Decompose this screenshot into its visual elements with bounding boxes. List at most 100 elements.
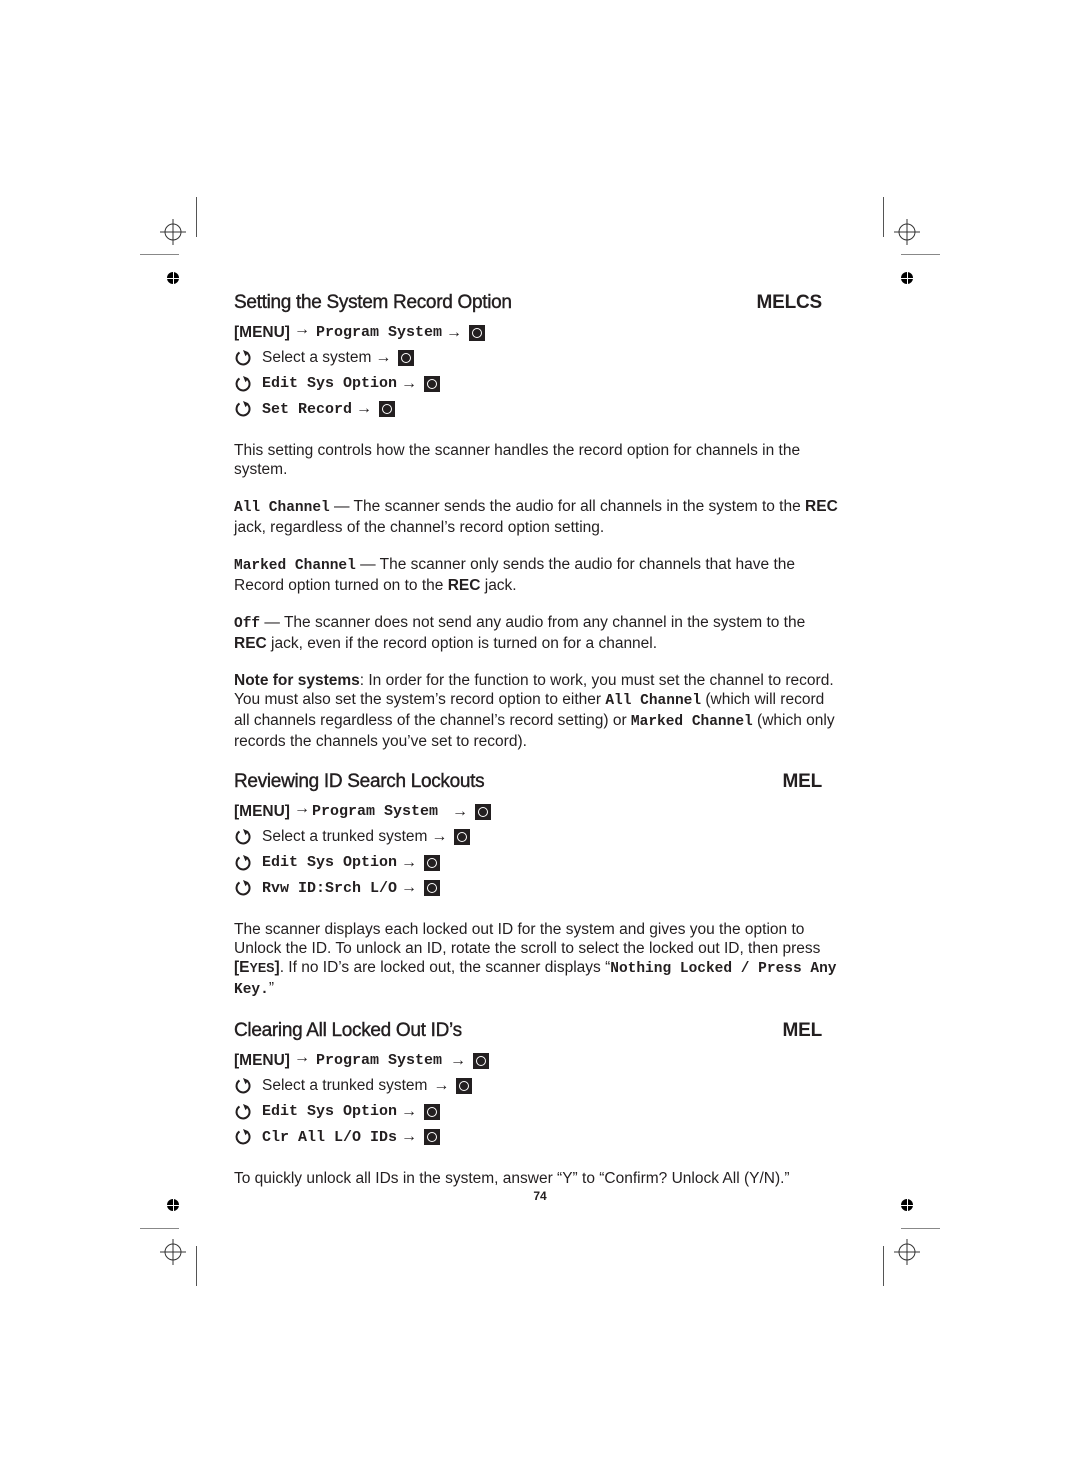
menu-path: [MENU] → Program System → (234, 1048, 842, 1074)
step-label: Clr All L/O IDs (262, 1128, 398, 1146)
model-badge: MEL (782, 1020, 822, 1041)
rotate-scroll-icon (234, 349, 252, 367)
menu-target: Program System (315, 1052, 442, 1070)
crop-mark-top-right-vertical (883, 197, 884, 237)
section-header: Setting the System Record Option MELCS (234, 292, 842, 318)
scroll-press-icon (424, 1129, 441, 1146)
option-description: All Channel — The scanner sends the audi… (234, 497, 842, 537)
page-number: 74 (533, 1189, 547, 1203)
step-row: Edit Sys Option → (234, 1099, 842, 1125)
body-paragraph: The scanner displays each locked out ID … (234, 920, 842, 1000)
jack-label: REC (805, 498, 838, 515)
step-row: Edit Sys Option → (234, 850, 842, 876)
section-review-id-search-lockouts: Reviewing ID Search Lockouts MEL [MENU] … (234, 771, 842, 1000)
scroll-press-icon (424, 1103, 441, 1120)
registration-dot-icon (901, 272, 913, 284)
body-paragraph: To quickly unlock all IDs in the system,… (234, 1170, 790, 1187)
option-description: Off — The scanner does not send any audi… (234, 613, 842, 653)
jack-label: REC (447, 577, 481, 594)
step-row: Set Record → (234, 397, 842, 423)
section-title: Setting the System Record Option (234, 292, 512, 313)
menu-path: [MENU] → Program System → (234, 799, 842, 825)
step-label: Select a trunked system (262, 828, 428, 846)
rotate-scroll-icon (234, 400, 252, 418)
rotate-scroll-icon (234, 1103, 252, 1121)
scroll-press-icon (454, 829, 471, 846)
step-row: Select a trunked system → (234, 825, 842, 851)
option-name: All Channel (234, 500, 330, 516)
scroll-press-icon (473, 1052, 489, 1069)
model-badge: MEL (782, 771, 822, 792)
menu-key: [MENU] (234, 802, 290, 820)
step-label: Edit Sys Option (262, 375, 398, 393)
arrow-right-icon: → (401, 1128, 418, 1146)
step-row: Select a system → (234, 346, 842, 372)
menu-key: [MENU] (234, 323, 290, 341)
arrow-right-icon: → (446, 323, 462, 341)
scroll-press-icon (424, 375, 441, 392)
option-text: — The scanner sends the audio for all ch… (329, 498, 806, 515)
note-label: Note for systems (234, 672, 360, 689)
step-label: Edit Sys Option (262, 1103, 398, 1121)
note-paragraph: Note for systems: In order for the funct… (234, 671, 842, 751)
arrow-right-icon: → (293, 799, 310, 817)
arrow-right-icon: → (401, 1102, 418, 1120)
scroll-press-icon (379, 401, 396, 418)
section-header: Reviewing ID Search Lockouts MEL (234, 771, 842, 797)
arrow-right-icon: → (450, 1051, 466, 1069)
scroll-press-icon (456, 1078, 473, 1095)
jack-label: REC (234, 635, 267, 652)
rotate-scroll-icon (234, 375, 252, 393)
step-label: Select a trunked system (262, 1077, 428, 1095)
arrow-right-icon: → (401, 879, 418, 897)
arrow-right-icon: → (452, 802, 468, 820)
crop-mark-bottom-right-vertical (883, 1246, 884, 1286)
option-text: jack. (480, 577, 517, 594)
step-row: Edit Sys Option → (234, 371, 842, 397)
section-system-record-option: Setting the System Record Option MELCS [… (234, 292, 842, 751)
arrow-right-icon: → (431, 828, 448, 846)
step-row: Rvw ID:Srch L/O → (234, 876, 842, 902)
step-row: Select a trunked system → (234, 1074, 842, 1100)
scroll-press-icon (424, 854, 441, 871)
arrow-right-icon: → (433, 1077, 450, 1095)
scroll-press-icon (424, 880, 441, 897)
crop-mark-top-left-horizontal (140, 254, 179, 255)
option-name: Marked Channel (234, 558, 356, 574)
rotate-scroll-icon (234, 1128, 252, 1146)
arrow-right-icon: → (401, 853, 418, 871)
model-badge: MELCS (756, 292, 822, 313)
registration-target-icon (894, 219, 920, 245)
body-text: The scanner displays each locked out ID … (234, 921, 821, 957)
scroll-press-icon (398, 350, 415, 367)
section-title: Clearing All Locked Out ID’s (234, 1020, 463, 1041)
option-name: All Channel (605, 693, 702, 709)
arrow-right-icon: → (356, 400, 373, 418)
menu-path: [MENU] → Program System → (234, 320, 842, 346)
arrow-right-icon: → (293, 320, 310, 338)
eyes-key: [EYES] (234, 959, 280, 976)
option-name: Off (234, 616, 261, 632)
menu-target: Program System (315, 324, 442, 342)
crop-mark-bottom-left-horizontal (140, 1228, 179, 1229)
arrow-right-icon: → (375, 349, 392, 367)
crop-mark-top-right-horizontal (901, 254, 940, 255)
page-content: Setting the System Record Option MELCS [… (234, 292, 842, 1188)
rotate-scroll-icon (234, 879, 252, 897)
rotate-scroll-icon (234, 828, 252, 846)
body-text: ” (268, 980, 274, 997)
arrow-right-icon: → (293, 1048, 310, 1066)
rotate-scroll-icon (234, 854, 252, 872)
crop-mark-bottom-left-vertical (196, 1246, 197, 1286)
step-label: Select a system (262, 349, 372, 367)
crop-mark-top-left-vertical (196, 197, 197, 237)
arrow-right-icon: → (401, 374, 418, 392)
intro-paragraph: This setting controls how the scanner ha… (234, 442, 801, 478)
option-text: jack, regardless of the channel’s record… (234, 519, 605, 536)
registration-target-icon (894, 1239, 920, 1265)
section-title: Reviewing ID Search Lockouts (234, 771, 485, 792)
scroll-press-icon (469, 324, 485, 341)
section-header: Clearing All Locked Out ID’s MEL (234, 1020, 842, 1046)
menu-target: Program System (311, 803, 438, 821)
menu-key: [MENU] (234, 1051, 290, 1069)
